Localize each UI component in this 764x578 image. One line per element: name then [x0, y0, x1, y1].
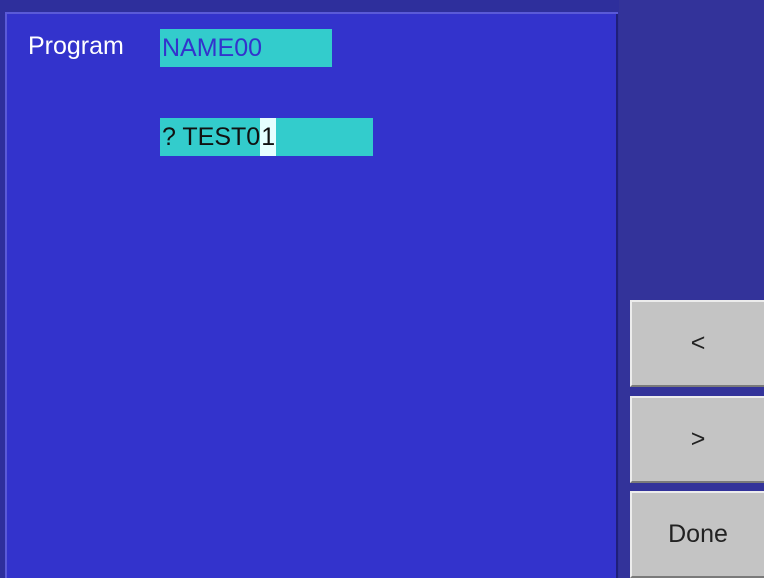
cursor-left-button[interactable]: < — [630, 300, 764, 387]
new-name-prompt: ? — [162, 123, 183, 151]
program-name-value: NAME00 — [162, 34, 263, 62]
program-label: Program — [28, 32, 124, 60]
cursor-right-label: > — [690, 425, 706, 453]
main-panel: Program NAME00 ? TEST01 — [5, 12, 618, 578]
new-name-value: TEST0 — [182, 123, 261, 151]
done-button[interactable]: Done — [630, 491, 764, 578]
cursor-left-label: < — [690, 329, 706, 357]
program-name-field: NAME00 — [160, 29, 332, 67]
softkey-column: < > Done — [619, 0, 764, 578]
cursor-right-button[interactable]: > — [630, 396, 764, 483]
done-label: Done — [668, 520, 728, 548]
new-name-input[interactable]: ? TEST01 — [160, 118, 373, 156]
text-cursor: 1 — [260, 118, 277, 156]
instrument-screen: Program NAME00 ? TEST01 < > Done — [0, 0, 764, 578]
